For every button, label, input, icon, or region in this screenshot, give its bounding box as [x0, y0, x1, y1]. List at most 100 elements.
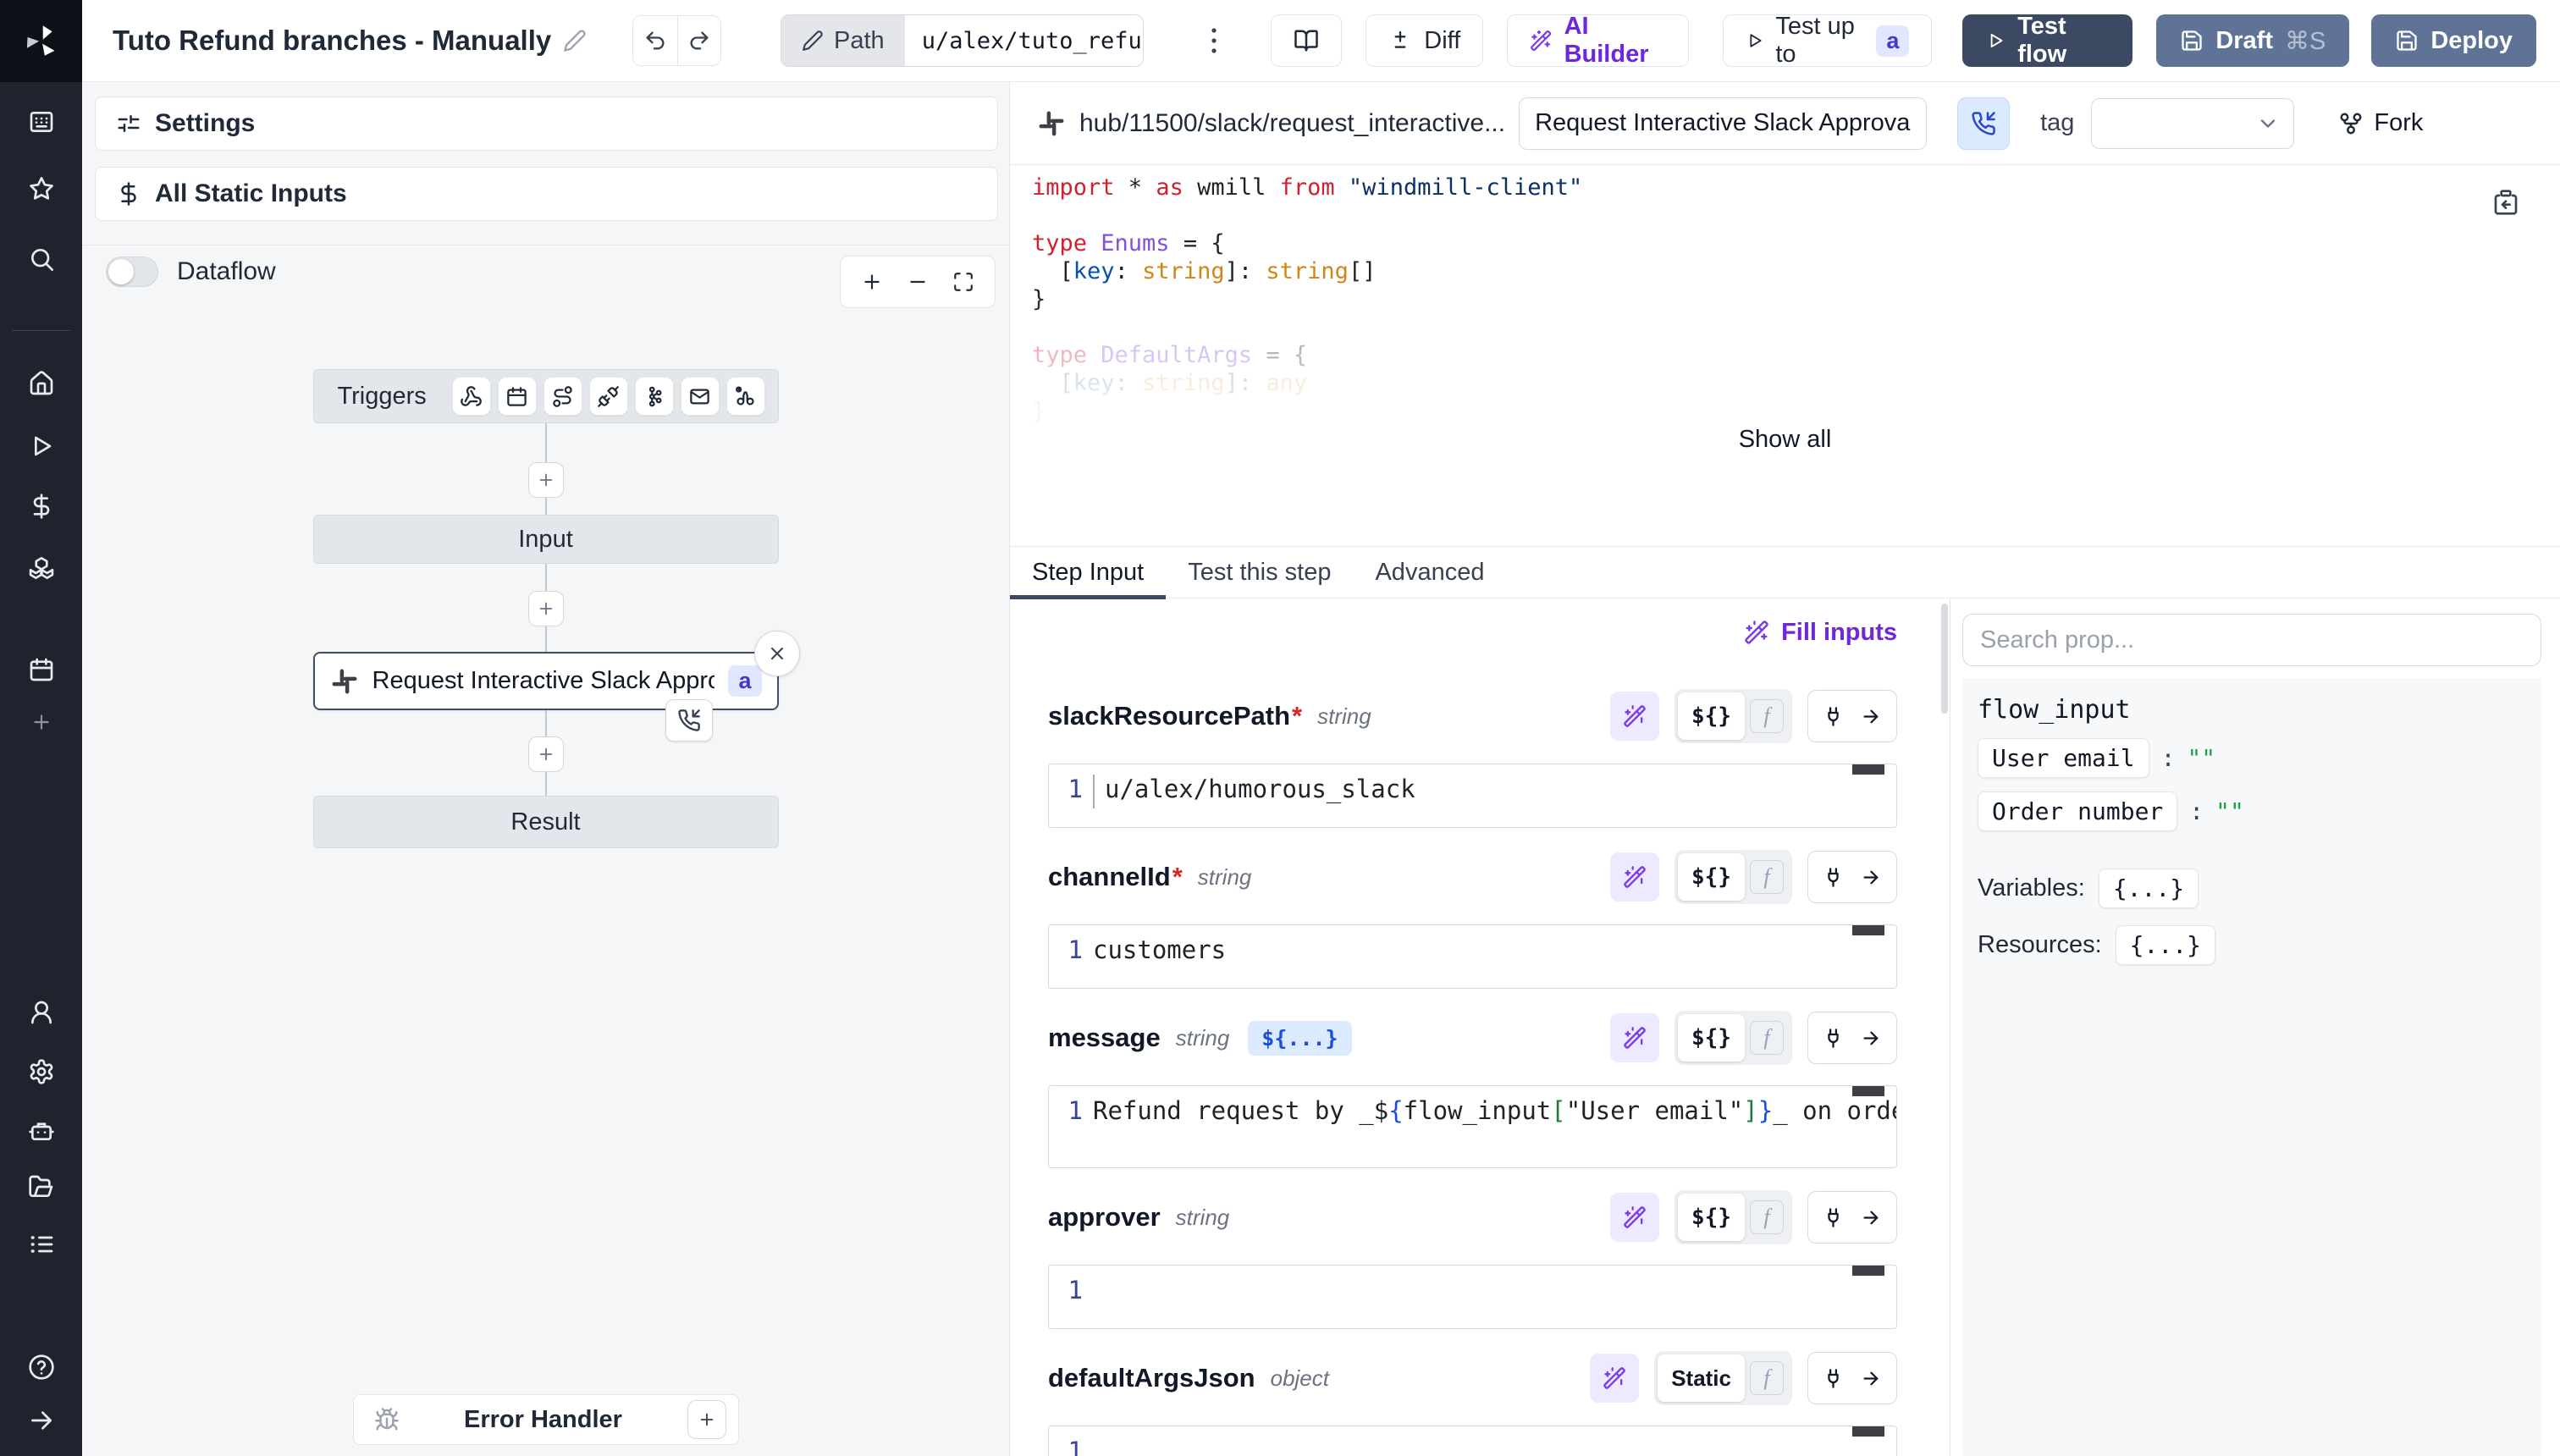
result-node[interactable]: Result [313, 796, 779, 848]
ai-fill-button[interactable] [1610, 1013, 1659, 1062]
monaco-editor[interactable]: 1 [1048, 1265, 1897, 1329]
sidebar-item-ai[interactable] [19, 1108, 63, 1152]
sidebar-item-logs[interactable] [19, 1222, 63, 1266]
sidebar-item-schedules[interactable] [19, 648, 63, 692]
step-summary-input[interactable] [1519, 97, 1927, 150]
mode-selected-button[interactable]: ${} [1678, 692, 1745, 740]
sidebar-item-settings[interactable] [19, 1050, 63, 1094]
ai-fill-button[interactable] [1610, 692, 1659, 741]
javascript-mode-button[interactable]: f [1750, 1200, 1784, 1234]
hub-script-path[interactable]: hub/11500/slack/request_interactive... [1037, 109, 1505, 138]
sidebar-item-variables[interactable] [19, 484, 63, 528]
sidebar-item-home[interactable] [19, 361, 63, 405]
mode-selected-button[interactable]: ${} [1678, 1194, 1745, 1241]
sidebar-item-add[interactable] [19, 700, 63, 744]
plug-icon[interactable] [1822, 1367, 1845, 1390]
poll-trigger-button[interactable] [726, 377, 765, 416]
plug-icon[interactable] [1822, 866, 1845, 889]
monaco-editor[interactable]: 1 Refund request by _${flow_input["User … [1048, 1085, 1897, 1168]
more-menu-button[interactable] [1196, 20, 1233, 61]
plug-icon[interactable] [1822, 705, 1845, 728]
draft-button[interactable]: Draft ⌘S [2156, 14, 2349, 67]
mode-selected-button[interactable]: ${} [1678, 1014, 1745, 1062]
javascript-mode-button[interactable]: f [1750, 1361, 1784, 1395]
code-editor-preview[interactable]: import * as wmill from "windmill-client"… [1010, 165, 2560, 546]
fork-button[interactable]: Fork [2338, 109, 2423, 137]
test-flow-button[interactable]: Test flow [1962, 14, 2132, 67]
remove-node-button[interactable] [754, 631, 800, 676]
sidebar-item-folders[interactable] [19, 1165, 63, 1209]
fill-inputs-button[interactable]: Fill inputs [1744, 619, 1897, 647]
windmill-logo[interactable] [0, 0, 82, 82]
javascript-mode-button[interactable]: f [1750, 699, 1784, 733]
sidebar-item-search[interactable] [19, 237, 63, 281]
zoom-out-button[interactable] [895, 259, 941, 305]
ai-builder-button[interactable]: AI Builder [1507, 14, 1688, 67]
monaco-editor[interactable]: 1 [1048, 1426, 1897, 1456]
sidebar-item-workspace[interactable] [19, 100, 63, 144]
prop-key-chip[interactable]: Order number [1978, 791, 2177, 831]
javascript-mode-button[interactable]: f [1750, 1021, 1784, 1055]
show-all-button[interactable]: Show all [1722, 419, 1849, 461]
scrollbar-thumb[interactable] [1941, 604, 1948, 714]
arrow-right-icon[interactable] [1860, 1027, 1883, 1050]
triggers-bar[interactable]: Triggers [313, 369, 779, 423]
copy-code-button[interactable] [2492, 189, 2519, 216]
path-label-button[interactable]: Path [781, 15, 905, 66]
slack-approval-node[interactable]: Request Interactive Slack Approval (... … [313, 652, 779, 710]
flow-input-root[interactable]: flow_input [1978, 695, 2526, 725]
sidebar-item-favorites[interactable] [19, 167, 63, 211]
mode-selected-button[interactable]: ${} [1678, 853, 1745, 901]
add-step-button[interactable] [528, 591, 564, 626]
sidebar-item-help[interactable] [19, 1345, 63, 1389]
test-up-to-button[interactable]: Test up to a [1723, 14, 1933, 67]
diff-button[interactable]: Diff [1366, 14, 1483, 67]
monaco-editor[interactable]: 1 u/alex/humorous_slack [1048, 764, 1897, 828]
docs-button[interactable] [1271, 14, 1342, 67]
schedule-trigger-button[interactable] [498, 377, 537, 416]
path-input[interactable] [905, 15, 1144, 66]
tab-advanced[interactable]: Advanced [1353, 547, 1506, 598]
redo-button[interactable] [677, 16, 720, 65]
undo-button[interactable] [633, 16, 676, 65]
group-value-chip[interactable]: {...} [2116, 925, 2215, 965]
webhook-trigger-button[interactable] [452, 377, 491, 416]
sidebar-item-expand[interactable] [19, 1398, 63, 1442]
http-route-trigger-button[interactable] [543, 377, 582, 416]
add-error-handler-button[interactable] [687, 1400, 726, 1439]
ai-fill-button[interactable] [1610, 1193, 1659, 1242]
deploy-button[interactable]: Deploy [2371, 14, 2536, 67]
search-prop-input[interactable] [1962, 614, 2541, 666]
ai-fill-button[interactable] [1590, 1354, 1639, 1403]
websocket-trigger-button[interactable] [589, 377, 628, 416]
error-handler-node[interactable]: Error Handler [353, 1394, 739, 1445]
tab-step-input[interactable]: Step Input [1010, 547, 1166, 598]
plug-icon[interactable] [1822, 1206, 1845, 1229]
sidebar-item-users[interactable] [19, 990, 63, 1034]
kafka-trigger-button[interactable] [635, 377, 674, 416]
fit-view-button[interactable] [941, 259, 986, 305]
prop-key-chip[interactable]: User email [1978, 738, 2149, 778]
group-value-chip[interactable]: {...} [2099, 869, 2199, 908]
arrow-right-icon[interactable] [1860, 1206, 1883, 1229]
tab-test-this-step[interactable]: Test this step [1166, 547, 1353, 598]
sidebar-item-runs[interactable] [19, 424, 63, 468]
arrow-right-icon[interactable] [1860, 866, 1883, 889]
plug-icon[interactable] [1822, 1027, 1845, 1050]
suspend-settings-button[interactable] [1957, 97, 2010, 150]
email-trigger-button[interactable] [681, 377, 720, 416]
mode-selected-button[interactable]: Static [1658, 1354, 1745, 1402]
dataflow-toggle[interactable] [106, 256, 158, 287]
arrow-right-icon[interactable] [1860, 705, 1883, 728]
zoom-in-button[interactable] [849, 259, 895, 305]
monaco-editor[interactable]: 1 customers [1048, 924, 1897, 989]
add-step-button[interactable] [528, 462, 564, 498]
arrow-right-icon[interactable] [1860, 1367, 1883, 1390]
edit-title-icon[interactable] [563, 29, 587, 52]
tag-select[interactable] [2091, 98, 2294, 149]
ai-fill-button[interactable] [1610, 852, 1659, 902]
javascript-mode-button[interactable]: f [1750, 860, 1784, 894]
add-step-button[interactable] [528, 736, 564, 772]
input-node[interactable]: Input [313, 515, 779, 564]
sidebar-item-resources[interactable] [19, 546, 63, 590]
